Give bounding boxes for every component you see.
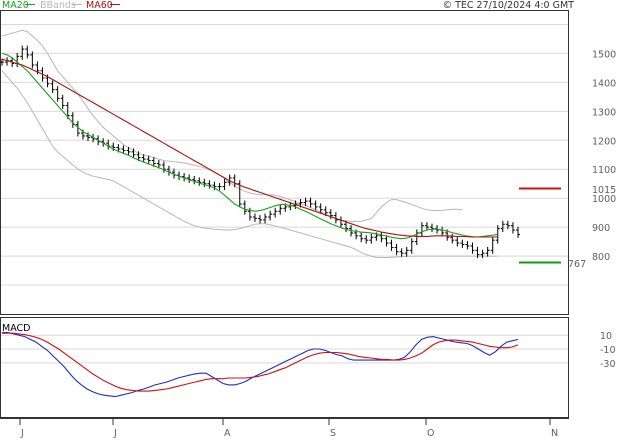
- price-y-tick-label: 800: [592, 252, 610, 263]
- price-y-tick-label: 900: [592, 223, 610, 234]
- x-axis-label: A: [224, 428, 231, 439]
- stock-chart: 150014001300120011001000900800 MA20 BBan…: [0, 0, 616, 439]
- price-y-tick-label: 1500: [592, 49, 616, 60]
- x-axis-label: O: [427, 428, 434, 439]
- macd-y-axis: 10 -10 -30: [600, 331, 616, 370]
- macd-panel: 10 -10 -30 MACD: [0, 317, 616, 418]
- x-axis-label: S: [330, 428, 336, 439]
- support-label: 767: [568, 259, 586, 270]
- copyright-text: © TEC 27/10/2024 4:0 GMT: [443, 0, 575, 11]
- legend-ma60-label: MA60: [86, 0, 113, 11]
- macd-label: MACD: [2, 323, 30, 334]
- price-y-tick-label: 1200: [592, 136, 616, 147]
- price-y-tick-label: 1100: [592, 165, 616, 176]
- macd-y-tick-label: -10: [600, 345, 616, 356]
- x-axis-label: N: [551, 428, 558, 439]
- price-y-tick-label: 1400: [592, 78, 616, 89]
- upper-panel: 150014001300120011001000900800: [0, 10, 616, 315]
- x-axis-label: J: [113, 428, 117, 439]
- x-axis: JJASON: [0, 418, 569, 439]
- macd-y-tick-label: -30: [600, 359, 616, 370]
- macd-y-tick-label: 10: [600, 331, 612, 342]
- legend-ma20-label: MA20: [2, 0, 29, 11]
- legend-bbands-label: BBands: [40, 0, 76, 11]
- x-axis-label: J: [20, 428, 24, 439]
- price-y-tick-label: 1300: [592, 107, 616, 118]
- header-legend: MA20 BBands MA60 © TEC 27/10/2024 4:0 GM…: [2, 0, 574, 11]
- price-y-axis: 150014001300120011001000900800: [592, 49, 616, 263]
- price-panel-frame: [0, 10, 569, 315]
- resistance-label: 1015: [592, 185, 616, 196]
